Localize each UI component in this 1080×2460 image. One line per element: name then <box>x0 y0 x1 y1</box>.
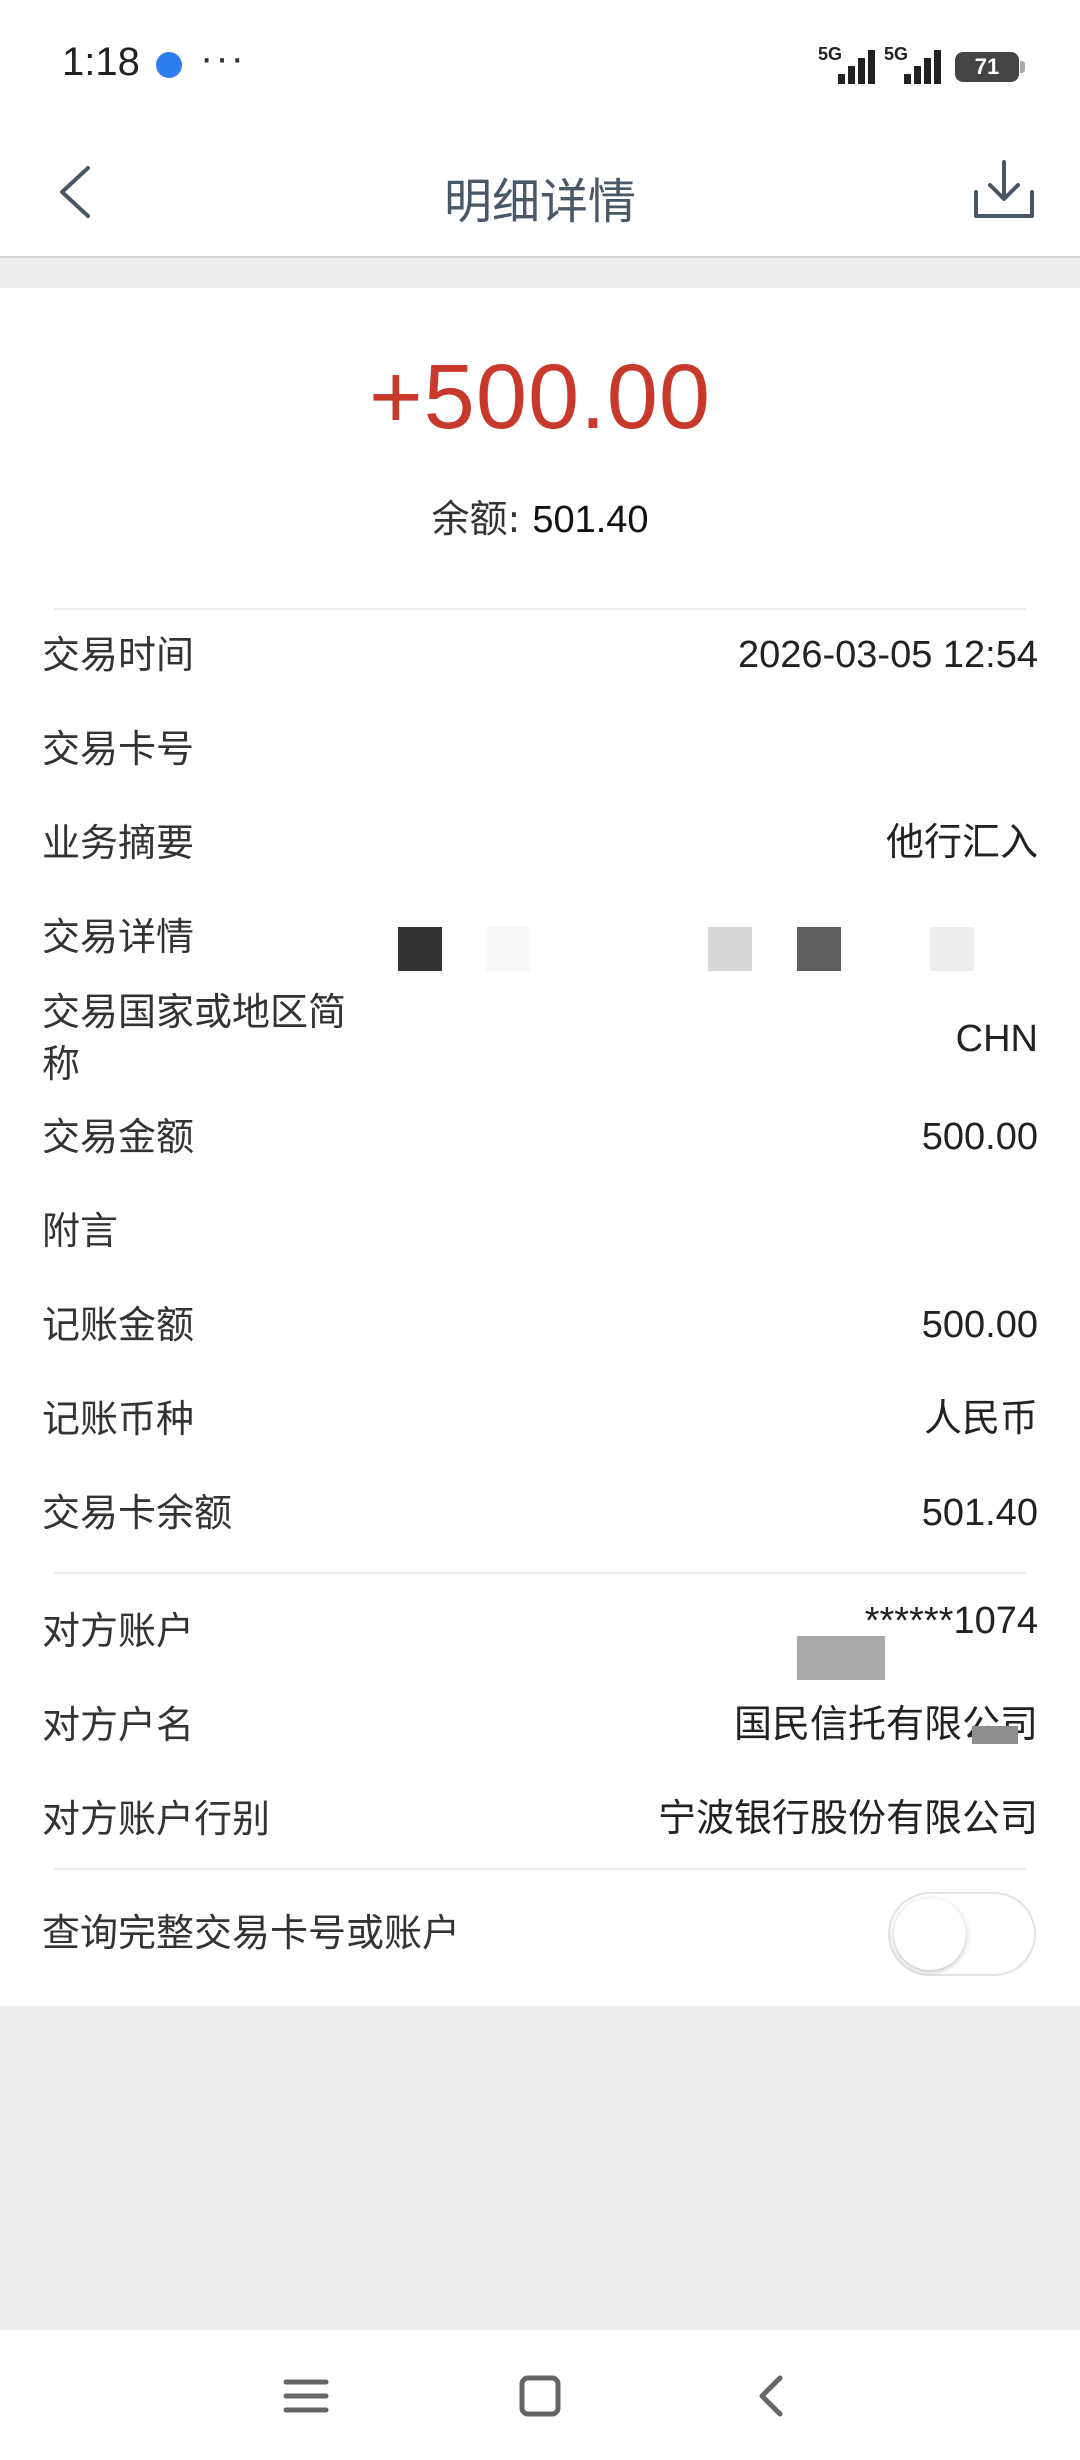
system-back-button[interactable] <box>742 2366 802 2426</box>
system-navigation-bar <box>0 2330 1080 2460</box>
balance-value: 501.40 <box>532 499 649 541</box>
row-label: 对方户名 <box>42 1703 195 1747</box>
download-icon <box>974 160 1034 218</box>
home-square-icon <box>519 2375 561 2417</box>
download-button[interactable] <box>972 158 1036 222</box>
redaction-block <box>797 1636 885 1680</box>
balance-line: 余额: 501.40 <box>0 488 1080 543</box>
transaction-amount: +500.00 <box>368 346 712 448</box>
back-chevron-icon <box>759 2375 783 2417</box>
row-label: 记账金额 <box>42 1303 195 1347</box>
detail-row-transaction-details: 交易详情 <box>0 892 1080 986</box>
divider <box>54 1868 1026 1870</box>
row-label: 交易金额 <box>42 1115 195 1159</box>
bottom-spacer <box>0 2006 1080 2330</box>
detail-row-summary: 业务摘要 他行汇入 <box>0 798 1080 892</box>
query-full-account-toggle[interactable] <box>888 1892 1036 1976</box>
row-value: 2026-03-05 12:54 <box>737 634 1038 676</box>
status-time: 1:18 <box>62 40 140 84</box>
detail-row-transaction-time: 交易时间 2026-03-05 12:54 <box>0 610 1080 704</box>
row-label: 交易国家或地区简称 <box>42 990 347 1086</box>
row-value: 500.00 <box>921 1304 1038 1346</box>
row-value: 宁波银行股份有限公司 <box>657 1798 1038 1840</box>
balance-label: 余额: <box>431 497 533 541</box>
redaction-block <box>797 927 841 971</box>
battery-icon: 71 <box>955 52 1025 82</box>
menu-icon <box>283 2379 329 2413</box>
row-label: 附言 <box>42 1209 119 1253</box>
row-value: 501.40 <box>921 1492 1038 1534</box>
row-value: CHN <box>955 1018 1038 1060</box>
signal-1-icon: 5G <box>818 44 878 84</box>
app-notification-icon <box>156 52 182 78</box>
row-label: 业务摘要 <box>42 821 195 865</box>
signal-2-icon: 5G <box>884 44 944 84</box>
detail-row-card-number: 交易卡号 <box>0 704 1080 798</box>
row-value: 500.00 <box>921 1116 1038 1158</box>
row-label: 交易卡号 <box>42 727 195 771</box>
detail-row-counterparty-bank: 对方账户行别 宁波银行股份有限公司 <box>0 1774 1080 1868</box>
detail-row-remark: 附言 <box>0 1186 1080 1280</box>
detail-row-counterparty-name: 对方户名 国民信托有限公司 <box>0 1680 1080 1774</box>
divider <box>54 1572 1026 1574</box>
status-bar: 1:18 ··· 5G 5G 71 <box>0 0 1080 130</box>
detail-row-counterparty-account: 对方账户 ******1074 <box>0 1586 1080 1680</box>
redaction-block <box>972 1726 1018 1744</box>
detail-row-currency: 记账币种 人民币 <box>0 1374 1080 1468</box>
nav-bar: 明细详情 <box>0 130 1080 258</box>
more-notifications-icon: ··· <box>200 36 246 80</box>
detail-row-card-balance: 交易卡余额 501.40 <box>0 1468 1080 1562</box>
row-label: 交易时间 <box>42 633 195 677</box>
menu-button[interactable] <box>276 2366 336 2426</box>
row-label: 对方账户行别 <box>42 1797 271 1841</box>
row-label: 交易卡余额 <box>42 1491 233 1535</box>
redaction-block <box>708 927 752 971</box>
row-label: 交易详情 <box>42 915 195 959</box>
row-value: 人民币 <box>923 1398 1038 1440</box>
row-label: 对方账户 <box>42 1609 195 1653</box>
query-full-account-label: 查询完整交易卡号或账户 <box>42 1911 461 1955</box>
redaction-block <box>486 927 530 971</box>
detail-row-transaction-amount: 交易金额 500.00 <box>0 1092 1080 1186</box>
row-value: 他行汇入 <box>885 822 1038 864</box>
redaction-block <box>398 927 442 971</box>
detail-row-country: 交易国家或地区简称 CHN <box>0 986 1080 1094</box>
page-title: 明细详情 <box>443 174 636 230</box>
home-button[interactable] <box>510 2366 570 2426</box>
section-gap <box>0 258 1080 288</box>
redaction-block <box>930 927 974 971</box>
row-label: 记账币种 <box>42 1397 195 1441</box>
detail-row-booked-amount: 记账金额 500.00 <box>0 1280 1080 1374</box>
toggle-knob <box>894 1898 966 1970</box>
row-value: ******1074 <box>864 1600 1038 1642</box>
